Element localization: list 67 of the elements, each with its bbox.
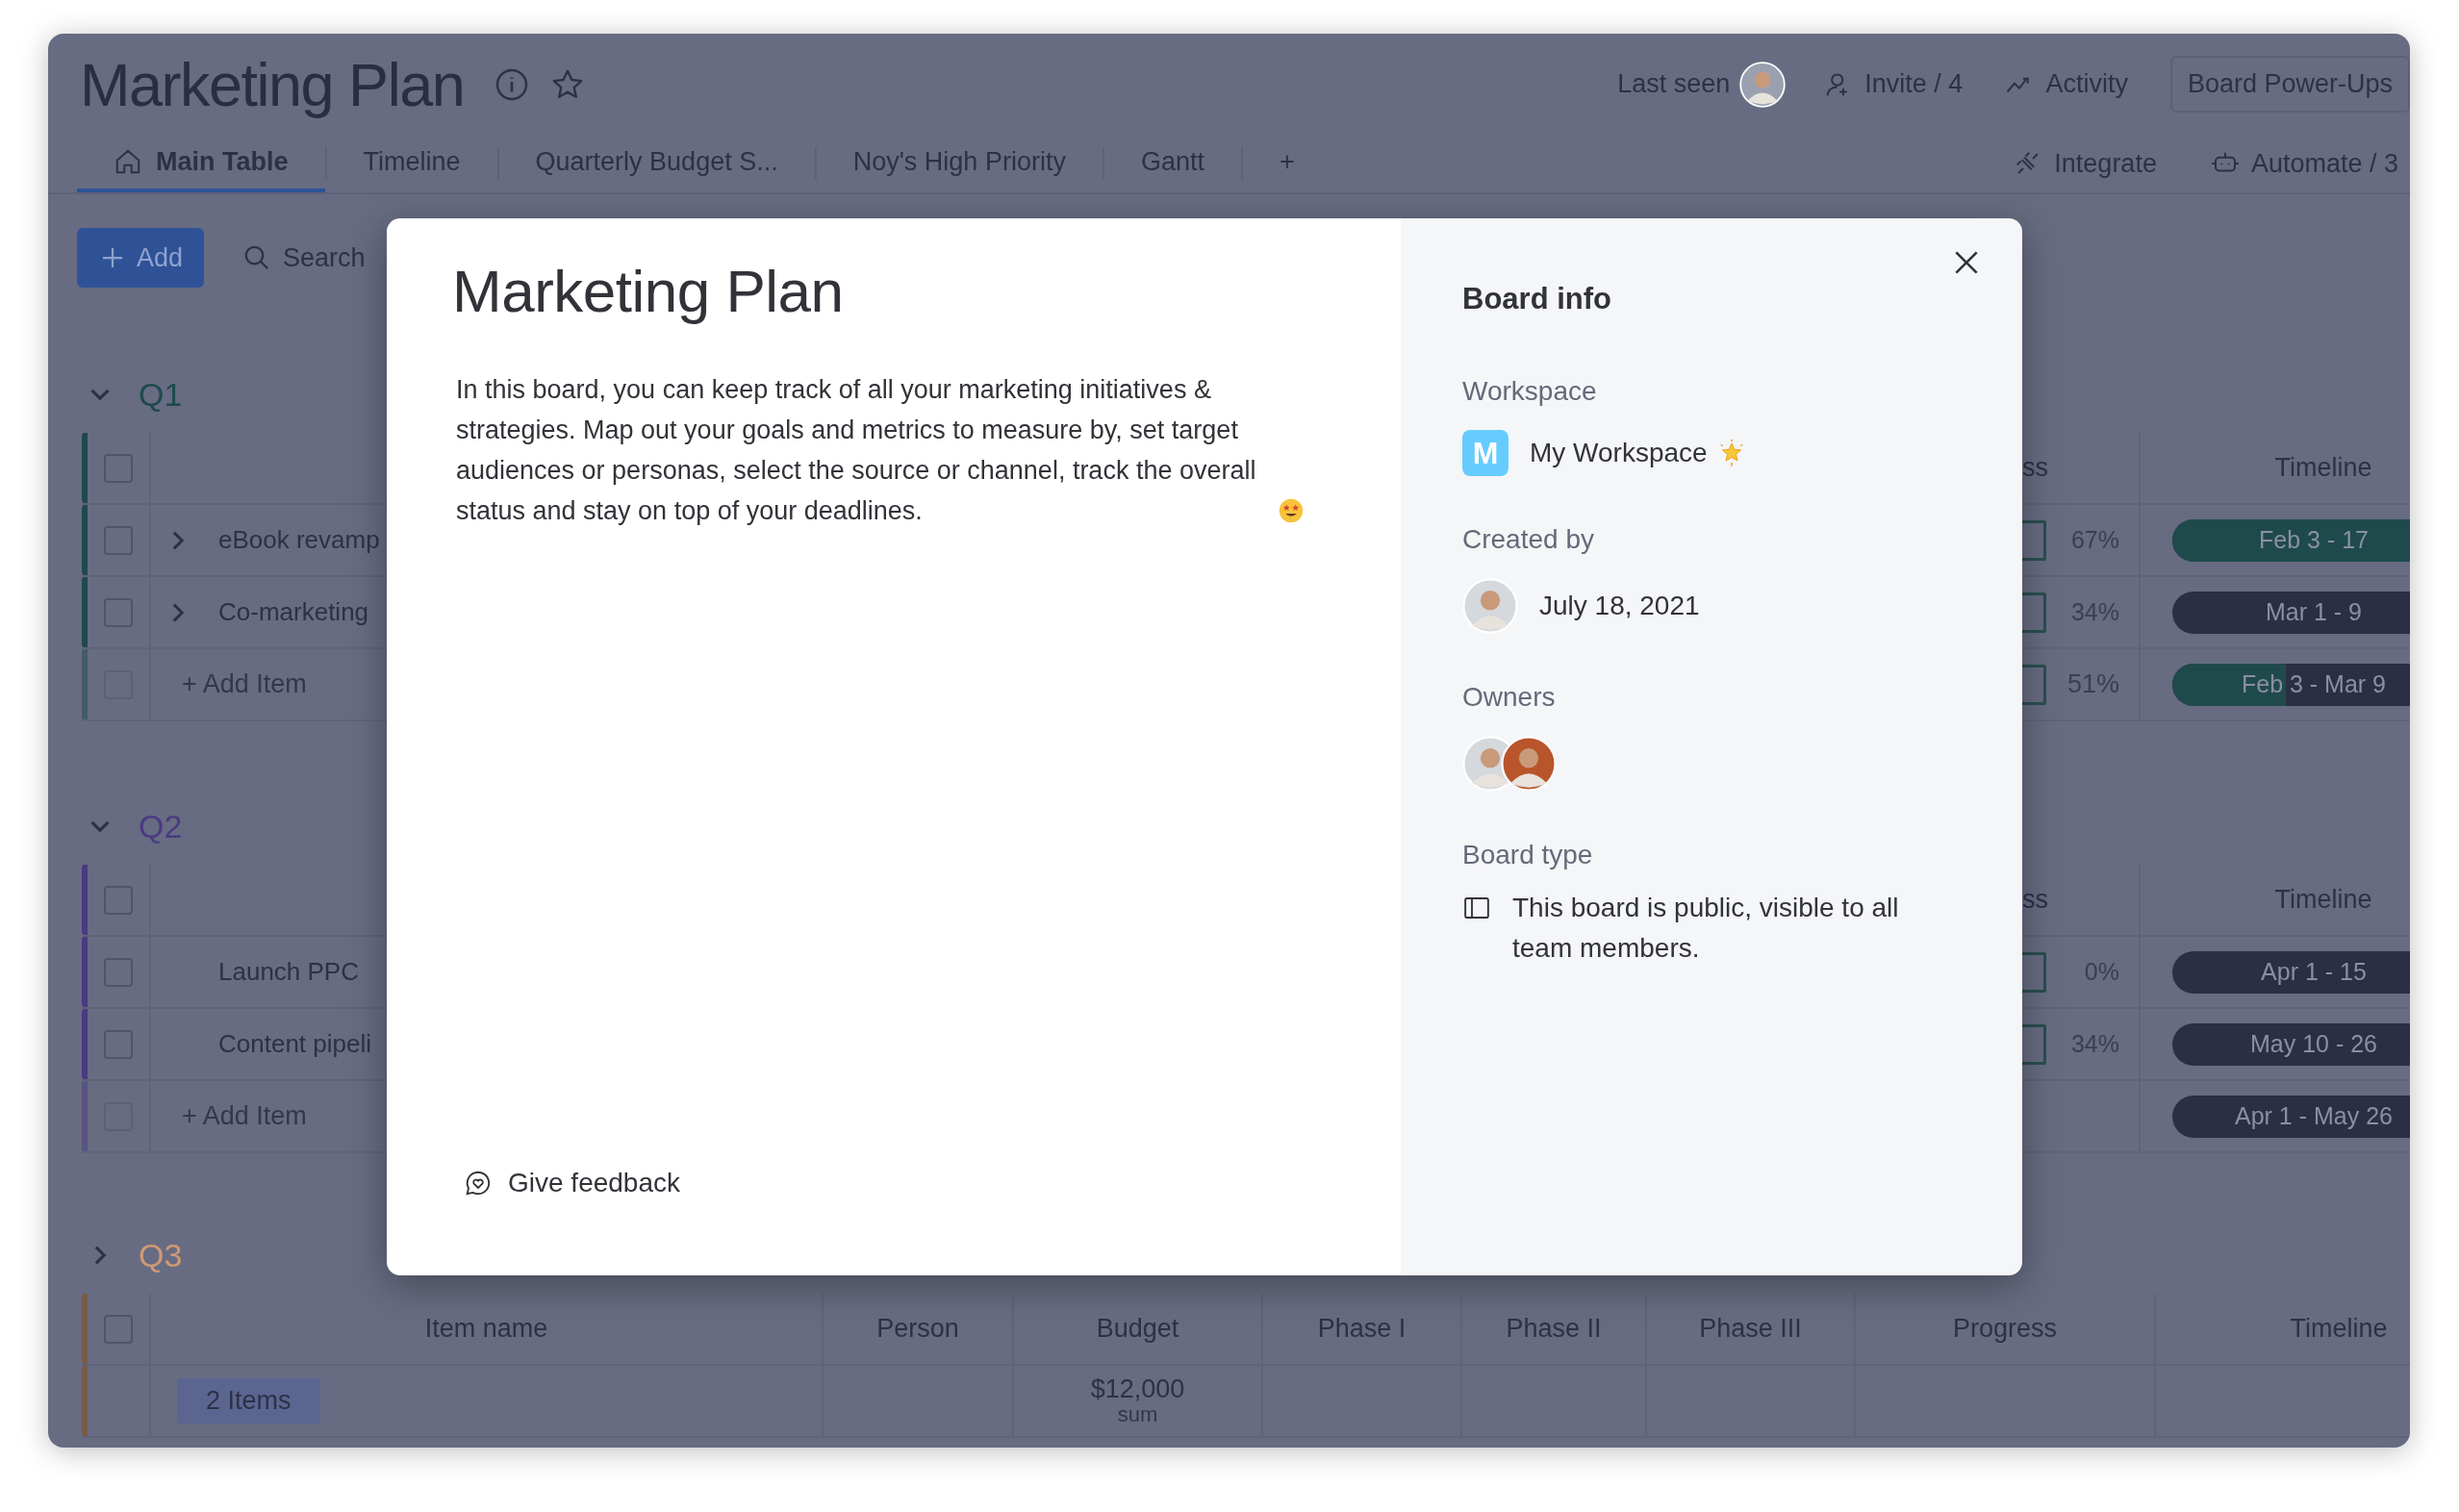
board-power-ups-button[interactable]: Board Power-Ups bbox=[2169, 56, 2410, 113]
emoji-icon bbox=[1278, 497, 1305, 524]
board-title: Marketing Plan bbox=[80, 49, 465, 119]
avatar bbox=[1462, 578, 1518, 634]
workspace-label: Workspace bbox=[1462, 376, 1597, 407]
checkbox[interactable] bbox=[104, 453, 133, 483]
add-button[interactable]: Add bbox=[77, 228, 205, 288]
timeline-pill: Feb 3 - 17 bbox=[2172, 518, 2410, 562]
column-header: Timeline bbox=[2274, 885, 2372, 915]
created-by-label: Created by bbox=[1462, 524, 1594, 555]
column-header: Timeline bbox=[2274, 453, 2372, 483]
board-type-text: This board is public, visible to all team members. bbox=[1512, 892, 1900, 965]
timeline-pill: May 10 - 26 bbox=[2172, 1022, 2410, 1066]
item-name[interactable]: Co-marketing bbox=[218, 597, 369, 627]
dialog-title: Marketing Plan bbox=[452, 257, 845, 325]
activity-button[interactable]: Activity bbox=[2005, 69, 2128, 99]
avatar bbox=[1501, 736, 1557, 792]
group-title[interactable]: Q1 bbox=[139, 375, 183, 414]
info-icon[interactable] bbox=[494, 66, 530, 102]
timeline-pill: Mar 1 - 9 bbox=[2172, 591, 2410, 634]
column-header: ss bbox=[2021, 885, 2048, 915]
home-icon bbox=[114, 147, 142, 176]
column-header: Item name bbox=[424, 1314, 548, 1344]
owners-label: Owners bbox=[1462, 682, 1556, 713]
column-header: ss bbox=[2021, 453, 2048, 483]
column-header: Budget bbox=[1096, 1314, 1179, 1344]
column-header: Phase II bbox=[1506, 1314, 1602, 1344]
created-date: July 18, 2021 bbox=[1539, 591, 1700, 621]
integrate-button[interactable]: Integrate bbox=[2014, 148, 2157, 179]
automate-button[interactable]: Automate / 3 bbox=[2210, 148, 2398, 179]
board-description: In this board, you can keep track of all your marketing initiatives & strategies. Map out your goals and metrics to measure by, set target audiences or personas, select the source or channel, track the overall status and stay on top of your deadlines. bbox=[456, 374, 1257, 527]
item-count-badge: 2 Items bbox=[177, 1378, 320, 1424]
column-header: Person bbox=[876, 1314, 959, 1344]
item-name[interactable]: eBook revamp bbox=[218, 525, 380, 555]
view-tab[interactable]: Timeline bbox=[326, 135, 497, 192]
view-tab[interactable]: Main Table bbox=[77, 135, 325, 192]
checkbox[interactable] bbox=[104, 885, 133, 915]
group-title[interactable]: Q3 bbox=[139, 1236, 183, 1274]
board-type-label: Board type bbox=[1462, 840, 1593, 870]
workspace-badge: M bbox=[1462, 430, 1508, 476]
give-feedback-link[interactable]: Give feedback bbox=[452, 1168, 680, 1198]
avatar bbox=[1739, 61, 1787, 108]
view-tab[interactable]: Gantt bbox=[1103, 135, 1241, 192]
timeline-pill: Apr 1 - 15 bbox=[2172, 950, 2410, 994]
search-button[interactable]: Search bbox=[242, 242, 366, 273]
column-header: Progress bbox=[1952, 1314, 2057, 1344]
view-tab[interactable]: Quarterly Budget S... bbox=[498, 135, 815, 192]
checkbox[interactable] bbox=[104, 597, 133, 627]
timeline-pill: Apr 1 - May 26 bbox=[2172, 1095, 2410, 1138]
checkbox[interactable] bbox=[104, 957, 133, 987]
checkbox[interactable] bbox=[104, 525, 133, 555]
checkbox[interactable] bbox=[104, 1029, 133, 1059]
invite-button[interactable]: Invite / 4 bbox=[1824, 69, 1964, 99]
board-info-heading: Board info bbox=[1462, 282, 1611, 316]
timeline-pill: Feb 3 - Mar 9 bbox=[2172, 663, 2410, 706]
column-header: Phase I bbox=[1317, 1314, 1407, 1344]
view-tab[interactable]: Noy's High Priority bbox=[816, 135, 1103, 192]
column-header: Phase III bbox=[1699, 1314, 1802, 1344]
add-view-button[interactable]: + bbox=[1242, 135, 1331, 192]
last-seen-label: Last seen bbox=[1617, 69, 1731, 99]
column-header: Timeline bbox=[2290, 1314, 2388, 1344]
item-name[interactable]: Launch PPC bbox=[218, 957, 359, 987]
budget-sum: $12,000 bbox=[1090, 1376, 1185, 1402]
heart-speech-bubble-icon bbox=[464, 1169, 493, 1197]
workspace-name[interactable]: My Workspace bbox=[1530, 438, 1708, 468]
item-name[interactable]: Content pipeli bbox=[218, 1029, 371, 1059]
checkbox[interactable] bbox=[104, 1314, 133, 1344]
